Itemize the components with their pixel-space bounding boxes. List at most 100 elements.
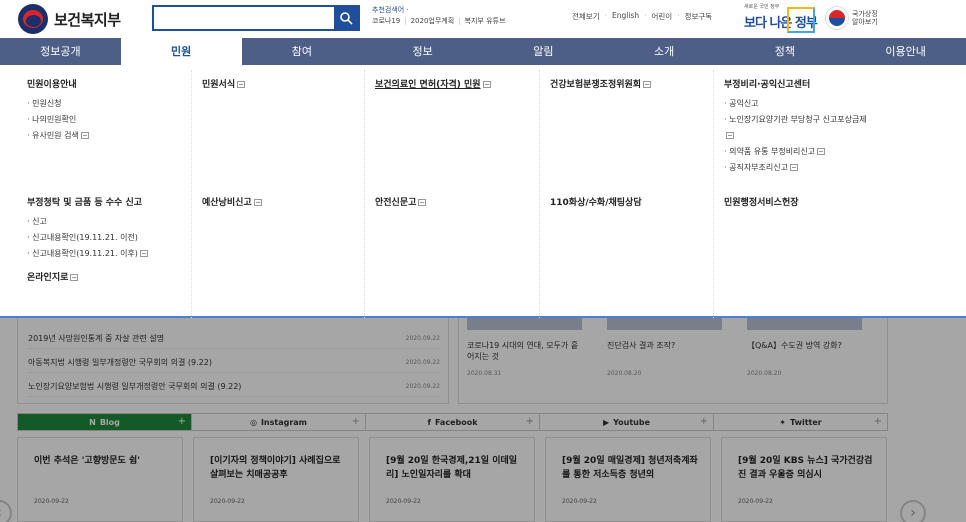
nav-item-about[interactable]: 소개 <box>604 38 725 65</box>
next-arrow-button[interactable]: › <box>900 500 926 522</box>
menu-heading[interactable]: 건강보험분쟁조정위원회 <box>550 77 722 90</box>
tab-blog[interactable]: N Blog + <box>17 413 192 431</box>
tab-youtube[interactable]: ▶ Youtube + <box>540 413 714 431</box>
sns-post[interactable]: [이기자의 정책이야기] 사례집으로 살펴보는 치매공공후 2020-09-22 <box>193 437 359 522</box>
menu-link[interactable]: 신고 <box>27 214 199 230</box>
menu-link[interactable]: 나의민원확인 <box>27 112 199 128</box>
sns-post[interactable]: 이번 추석은 '고향방문도 쉼' 2020-09-22 <box>17 437 183 522</box>
news-row[interactable]: 2019년 사망원인통계 중 자살 관련 설명 2020.09.22 <box>28 329 440 349</box>
news-row[interactable]: 노인장기요양보험법 시행령 일부개정령안 국무회의 의결 (9.22) 2020… <box>28 377 440 397</box>
card-news: 코로나19 시대의 연대, 모두가 흩어지는 것 2020.08.31 진단검사… <box>458 318 888 404</box>
card-news-item[interactable]: 코로나19 시대의 연대, 모두가 흩어지는 것 2020.08.31 <box>459 318 589 404</box>
menu-col-solicitation: 부정청탁 및 금품 등 수수 신고 신고 신고내용확인(19.11.21. 이전… <box>27 195 199 289</box>
new-window-icon <box>789 164 798 171</box>
news-row[interactable]: 아동복지법 시행령 일부개정령안 국무회의 의결 (9.22) 2020.09.… <box>28 353 440 373</box>
tab-twitter[interactable]: ✦ Twitter + <box>714 413 888 431</box>
search-icon <box>340 12 353 25</box>
nav-item-information[interactable]: 정보 <box>362 38 483 65</box>
menu-link[interactable]: 신고내용확인(19.11.21. 이후) <box>27 246 199 262</box>
menu-link[interactable]: 신고내용확인(19.11.21. 이전) <box>27 230 199 246</box>
nav-item-guide[interactable]: 이용안내 <box>845 38 966 65</box>
menu-heading[interactable]: 민원이용안내 <box>27 77 199 90</box>
nav-item-notice[interactable]: 알림 <box>483 38 604 65</box>
search-button[interactable] <box>334 7 358 29</box>
top-links: 전체보기 · English · 어린이 · 정보구독 <box>572 11 713 22</box>
national-symbol-link[interactable]: 국가상징 알아보기 <box>826 7 878 29</box>
menu-heading[interactable]: 민원행정서비스헌장 <box>724 195 896 208</box>
more-plus-icon[interactable]: + <box>874 416 882 427</box>
national-symbol-text: 국가상징 알아보기 <box>852 10 878 26</box>
menu-heading[interactable]: 부정비리·공익신고센터 <box>724 77 874 90</box>
menu-link[interactable]: 노인장기요양기관 부당청구 신고포상금제 <box>724 112 874 144</box>
rec-keyword[interactable]: 코로나19 <box>372 17 400 25</box>
chevron-right-icon: › <box>910 505 916 521</box>
gov-banner[interactable]: 새로운 국민 정부 보다 나은 정부 <box>744 3 818 35</box>
sns-post[interactable]: [9월 20일 한국경제,21일 이데일리] 노인일자리를 확대 2020-09… <box>369 437 535 522</box>
card-news-item[interactable]: 진단검사 결과 조작? 2020.08.20 <box>599 318 729 404</box>
top-link-all[interactable]: 전체보기 <box>572 11 600 22</box>
more-plus-icon[interactable]: + <box>526 416 534 427</box>
nav-item-info-disclosure[interactable]: 정보공개 <box>0 38 121 65</box>
menu-col-whistleblower: 부정비리·공익신고센터 공익신고 노인장기요양기관 부당청구 신고포상금제 의약… <box>724 77 874 176</box>
card-thumbnail <box>747 318 862 330</box>
new-window-icon <box>817 148 826 155</box>
tab-instagram[interactable]: ◎ Instagram + <box>192 413 366 431</box>
menu-col-budget-waste: 예산낭비신고 <box>202 195 374 214</box>
card-news-item[interactable]: 【Q&A】수도권 방역 강화? 2020.08.20 <box>739 318 869 404</box>
gov-small-text: 새로운 국민 정부 <box>744 4 780 10</box>
card-thumbnail <box>607 318 722 330</box>
top-link-english[interactable]: English <box>612 11 639 22</box>
more-plus-icon[interactable]: + <box>178 416 186 427</box>
nav-item-civil-service[interactable]: 민원 <box>120 38 242 65</box>
new-window-icon <box>726 132 734 139</box>
rec-keyword[interactable]: 복지부 유튜브 <box>465 17 506 25</box>
rec-keyword[interactable]: 2020업무계획 <box>411 17 455 25</box>
main-nav: 정보공개 민원 참여 정보 알림 소개 정책 이용안내 <box>0 38 966 65</box>
nav-item-participation[interactable]: 참여 <box>242 38 363 65</box>
chevron-left-icon: ‹ <box>0 505 2 521</box>
sns-post[interactable]: [9월 20일 매일경제] 청년저축계좌를 통한 저소득층 청년의 2020-0… <box>545 437 711 522</box>
facebook-icon: f <box>427 417 431 427</box>
new-window-icon <box>70 274 79 281</box>
nav-item-policy[interactable]: 정책 <box>725 38 846 65</box>
search-box <box>152 5 360 31</box>
youtube-icon: ▶ <box>602 417 610 427</box>
menu-heading[interactable]: 안전신문고 <box>375 195 547 208</box>
menu-link[interactable]: 공직자부조리신고 <box>724 160 874 176</box>
menu-col-safety-report: 안전신문고 <box>375 195 547 214</box>
prev-arrow-button[interactable]: ‹ <box>0 500 12 522</box>
new-window-icon <box>80 132 89 139</box>
menu-heading[interactable]: 110화상/수화/채팅상담 <box>550 195 722 208</box>
menu-col-forms: 민원서식 <box>202 77 374 96</box>
menu-col-license: 보건의료인 면허(자격) 민원 <box>375 77 547 96</box>
more-plus-icon[interactable]: + <box>700 416 708 427</box>
search-input[interactable] <box>154 7 334 29</box>
logo-text: 보건복지부 <box>54 10 121 29</box>
taegeuk-emblem-icon <box>18 4 48 34</box>
blog-icon: N <box>89 417 96 427</box>
logo[interactable]: 보건복지부 <box>18 4 121 34</box>
new-window-icon <box>418 199 427 206</box>
menu-heading[interactable]: 온라인지로 <box>27 270 199 283</box>
menu-link[interactable]: 유사민원 검색 <box>27 128 199 144</box>
menu-link[interactable]: 의약품 유통 부정비리신고 <box>724 144 874 160</box>
menu-col-110-consult: 110화상/수화/채팅상담 <box>550 195 722 214</box>
recommended-keywords: 추천검색어 · 코로나19 | 2020업무계획 | 복지부 유튜브 <box>372 6 506 25</box>
menu-divider <box>191 70 192 318</box>
top-link-kids[interactable]: 어린이 <box>651 11 672 22</box>
new-window-icon <box>139 250 148 257</box>
new-window-icon <box>482 81 491 88</box>
menu-heading[interactable]: 부정청탁 및 금품 등 수수 신고 <box>27 195 199 208</box>
menu-divider <box>364 70 365 318</box>
sns-posts: 이번 추석은 '고향방문도 쉼' 2020-09-22 [이기자의 정책이야기]… <box>17 437 888 522</box>
menu-link[interactable]: 민원신청 <box>27 96 199 112</box>
menu-heading[interactable]: 보건의료인 면허(자격) 민원 <box>375 77 547 90</box>
sns-post[interactable]: [9월 20일 KBS 뉴스] 국가건강검진 결과 우울증 의심시 2020-0… <box>721 437 887 522</box>
menu-heading[interactable]: 예산낭비신고 <box>202 195 374 208</box>
more-plus-icon[interactable]: + <box>352 416 360 427</box>
news-list: 2019년 사망원인통계 중 자살 관련 설명 2020.09.22 아동복지법… <box>17 318 449 404</box>
tab-facebook[interactable]: f Facebook + <box>366 413 540 431</box>
menu-heading[interactable]: 민원서식 <box>202 77 374 90</box>
menu-link[interactable]: 공익신고 <box>724 96 874 112</box>
top-link-subscribe[interactable]: 정보구독 <box>685 11 713 22</box>
